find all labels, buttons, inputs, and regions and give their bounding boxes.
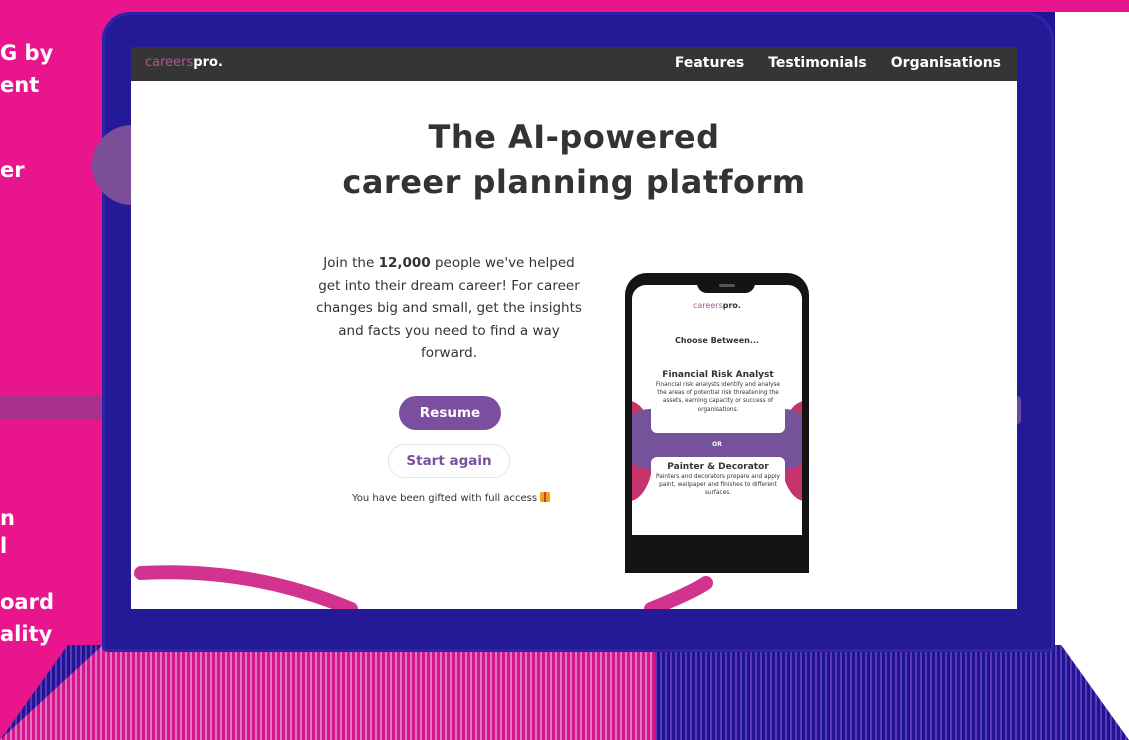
career-option-card-2[interactable]: Painter & Decorator Painters and decorat… (651, 457, 785, 513)
phone-screen: careerspro. Choose Between... OR Financi… (632, 285, 802, 535)
career-option-title: Financial Risk Analyst (662, 370, 774, 380)
navbar: careerspro. Features Testimonials Organi… (131, 47, 1017, 81)
website-screen: careerspro. Features Testimonials Organi… (131, 47, 1017, 609)
decorative-swoosh (134, 565, 713, 609)
title-line-1: The AI-powered (428, 118, 720, 156)
nav-menu: Features Testimonials Organisations (675, 55, 1001, 71)
side-text-2: ent (0, 73, 40, 97)
logo-prefix: careers (145, 55, 194, 70)
nav-organisations[interactable]: Organisations (891, 55, 1001, 71)
gift-note-text: You have been gifted with full access (351, 493, 538, 504)
side-text-1: G by (0, 41, 54, 65)
logo[interactable]: careerspro. (145, 55, 223, 70)
logo-suffix: pro. (193, 55, 223, 70)
career-option-title: Painter & Decorator (667, 462, 769, 472)
career-option-description: Financial risk analysts identify and ana… (655, 382, 781, 413)
phone-logo-prefix: careers (693, 301, 723, 310)
white-background-right (1055, 12, 1129, 740)
start-again-button[interactable]: Start again (388, 444, 510, 478)
choose-between-label: Choose Between... (675, 336, 759, 345)
or-divider: OR (712, 441, 722, 448)
side-text-7: ality (0, 622, 53, 646)
side-text-4: n (0, 506, 15, 530)
nav-testimonials[interactable]: Testimonials (768, 55, 867, 71)
side-text-3: er (0, 158, 25, 182)
lede-text: Join the 12,000 people we've helped get … (316, 252, 582, 365)
side-text-5: l (0, 534, 8, 558)
career-option-card-1[interactable]: Financial Risk Analyst Financial risk an… (651, 365, 785, 433)
phone-logo-suffix: pro. (722, 301, 741, 310)
title-line-2: career planning platform (342, 163, 806, 201)
nav-features[interactable]: Features (675, 55, 744, 71)
lede-highlight: 12,000 (378, 255, 431, 271)
phone-logo: careerspro. (632, 301, 802, 310)
phone-notch (697, 279, 755, 293)
career-option-description: Painters and decorators prepare and appl… (656, 474, 780, 497)
resume-button[interactable]: Resume (399, 396, 501, 430)
laptop-keyboard-pink (0, 645, 655, 740)
lede-part-1: Join the (323, 255, 379, 271)
gift-note: You have been gifted with full access (321, 492, 581, 504)
pink-background-top (655, 0, 1129, 12)
page-title: The AI-powered career planning platform (131, 115, 1017, 205)
gift-icon (540, 492, 551, 502)
decorative-bar (0, 396, 102, 420)
side-text-6: oard (0, 590, 54, 614)
